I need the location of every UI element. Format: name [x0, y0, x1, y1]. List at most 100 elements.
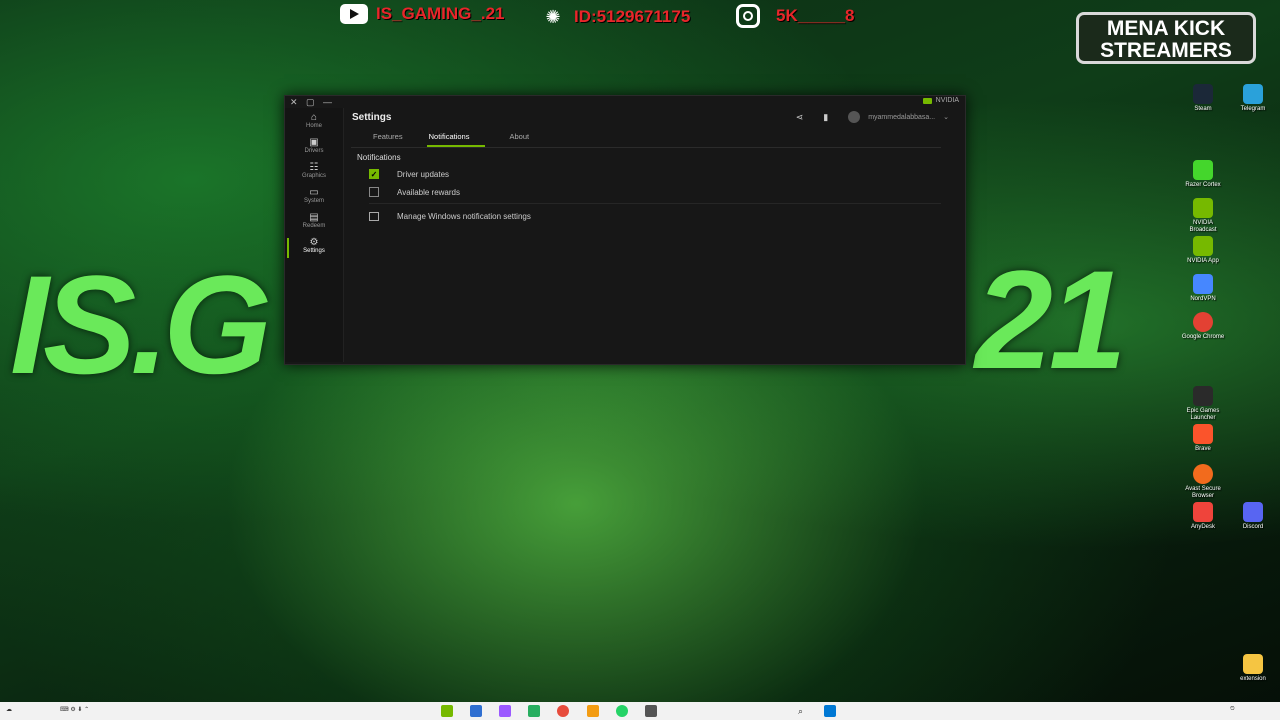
taskbar-nvidia-icon[interactable] [441, 705, 453, 717]
nav-item-system[interactable]: ▭ System [285, 187, 343, 211]
badge-line-1: MENA KICK [1106, 17, 1226, 40]
taskbar-chrome-icon[interactable] [557, 705, 569, 717]
tab-features[interactable]: Features [373, 132, 403, 147]
badge-line-2: STREAMERS [1100, 39, 1232, 62]
page-title: Settings [352, 112, 392, 123]
share-icon[interactable]: ⋖ [796, 112, 804, 123]
taskbar-whatsapp-icon[interactable] [616, 705, 628, 717]
clock[interactable]: ⏲ [1230, 706, 1235, 713]
taskbar-app-icon[interactable] [470, 705, 482, 717]
checkbox-available-rewards[interactable] [369, 187, 379, 197]
desktop-icon-avast[interactable]: Avast Secure Browser [1180, 464, 1226, 500]
side-navigation: ⌂ Home ▣ Drivers ☷ Graphics ▭ System ▤ R… [285, 108, 344, 362]
gear-icon: ⚙ [309, 237, 319, 248]
minimize-icon[interactable]: — [323, 97, 332, 107]
avatar [848, 111, 861, 123]
desktop-icon-label: NVIDIA Broadcast [1189, 220, 1217, 233]
search-icon[interactable]: ⌕ [798, 706, 803, 717]
desktop-icon-label: NVIDIA App [1187, 258, 1219, 264]
taskbar: ☁ ⌨ ⚙ ⬇ ⌃ ⌕ ⏲ [0, 702, 1280, 720]
taskbar-app-icon[interactable] [528, 705, 540, 717]
system-icon: ▭ [309, 187, 319, 198]
nav-label: Settings [303, 248, 325, 254]
nav-item-redeem[interactable]: ▤ Redeem [285, 212, 343, 236]
desktop-icon-extension[interactable]: extension [1230, 654, 1276, 683]
settings-tabs: Features Notifications About [373, 132, 529, 147]
desktop-icon-brave[interactable]: Brave [1180, 424, 1226, 453]
desktop-icon-label: Google Chrome [1181, 334, 1225, 340]
chrome-icon [1193, 312, 1213, 332]
desktop-icon-anydesk[interactable]: AnyDesk [1180, 502, 1226, 531]
razer-icon [1193, 160, 1213, 180]
taskbar-app-icon[interactable] [499, 705, 511, 717]
anydesk-icon [1193, 502, 1213, 522]
taskbar-app-icon[interactable] [645, 705, 657, 717]
checkbox-driver-updates[interactable]: ✓ [369, 169, 379, 179]
windows-start-icon[interactable] [824, 705, 836, 717]
weather-widget[interactable]: ☁ [6, 706, 12, 713]
desktop-icon-nvidia-app[interactable]: NVIDIA App [1180, 236, 1226, 265]
id-handle: ✺ ID:5129671175 [540, 4, 690, 30]
brand-label: NVIDIA [935, 97, 959, 104]
graphics-icon: ☷ [309, 162, 319, 173]
desktop-icon-telegram[interactable]: Telegram [1230, 84, 1276, 113]
option-driver-updates[interactable]: ✓ Driver updates [369, 169, 449, 179]
drivers-icon: ▣ [309, 137, 319, 148]
youtube-handle: IS_GAMING_.21 [340, 4, 505, 24]
desktop-icon-razer[interactable]: Razer Cortex [1180, 160, 1226, 189]
header-actions: ⋖ ▮ myammedalabbasa... ⌄ [796, 111, 949, 123]
option-available-rewards[interactable]: Available rewards [369, 187, 460, 197]
nav-label: System [303, 198, 324, 204]
desktop-icon-chrome[interactable]: Google Chrome [1180, 312, 1226, 341]
desktop-icon-epic[interactable]: Epic Games Launcher [1180, 386, 1226, 422]
streamer-badge: MENA KICK STREAMERS [1076, 12, 1256, 64]
nvidia-app-window: ✕ ▢ — NVIDIA ⌂ Home ▣ Drivers ☷ Graphics… [284, 95, 966, 365]
desktop-icon-label: Discord [1242, 524, 1264, 530]
option-label: Available rewards [397, 187, 460, 197]
taskbar-folder-icon[interactable] [587, 705, 599, 717]
telegram-icon [1243, 84, 1263, 104]
tray-icons-left[interactable]: ⌨ ⚙ ⬇ ⌃ [60, 706, 89, 713]
maximize-icon[interactable]: ▢ [306, 97, 315, 108]
wallpaper-text-right: 21 [975, 241, 1127, 398]
link-label: Manage Windows notification settings [397, 212, 531, 221]
desktop-icon-label: Razer Cortex [1185, 182, 1221, 188]
tab-about[interactable]: About [509, 132, 529, 147]
option-label: Driver updates [397, 169, 450, 179]
epic-games-icon [1193, 386, 1213, 406]
nav-label: Home [305, 123, 322, 129]
wallpaper-text-left: IS.G [10, 246, 272, 403]
desktop-icon-label: NordVPN [1190, 296, 1216, 302]
discord-icon [1243, 502, 1263, 522]
home-icon: ⌂ [310, 112, 318, 123]
feedback-icon[interactable]: ▮ [823, 112, 828, 123]
desktop-icon-label: Telegram [1240, 106, 1266, 112]
nav-label: Redeem [302, 223, 326, 229]
desktop-icon-label: Steam [1194, 106, 1212, 112]
youtube-icon [340, 4, 368, 24]
tab-notifications[interactable]: Notifications [426, 132, 486, 147]
nav-item-graphics[interactable]: ☷ Graphics [285, 162, 343, 186]
youtube-handle-text: IS_GAMING_.21 [376, 4, 505, 23]
close-icon[interactable]: ✕ [290, 97, 298, 108]
id-handle-text: ID:5129671175 [574, 7, 691, 26]
battlenet-icon: ✺ [545, 6, 561, 27]
desktop-icon-nordvpn[interactable]: NordVPN [1180, 274, 1226, 303]
nav-item-settings[interactable]: ⚙ Settings [285, 237, 343, 261]
user-menu[interactable]: myammedalabbasa... ⌄ [848, 111, 949, 123]
section-title: Notifications [357, 153, 401, 162]
desktop-icon-discord[interactable]: Discord [1230, 502, 1276, 531]
manage-notifications-link[interactable]: Manage Windows notification settings [369, 212, 531, 221]
desktop-icon-nvidia-broadcast[interactable]: NVIDIA Broadcast [1180, 198, 1226, 234]
instagram-icon [736, 4, 760, 28]
nav-item-home[interactable]: ⌂ Home [285, 112, 343, 136]
nav-item-drivers[interactable]: ▣ Drivers [285, 137, 343, 161]
nav-label: Graphics [301, 173, 326, 179]
nvidia-broadcast-icon [1193, 198, 1213, 218]
nav-label: Drivers [304, 148, 324, 154]
desktop-icon-label: AnyDesk [1190, 524, 1215, 530]
desktop-icon-label: extension [1240, 676, 1266, 682]
brave-icon [1193, 424, 1213, 444]
desktop-icon-steam[interactable]: Steam [1180, 84, 1226, 113]
nvidia-brand: NVIDIA [922, 97, 959, 104]
